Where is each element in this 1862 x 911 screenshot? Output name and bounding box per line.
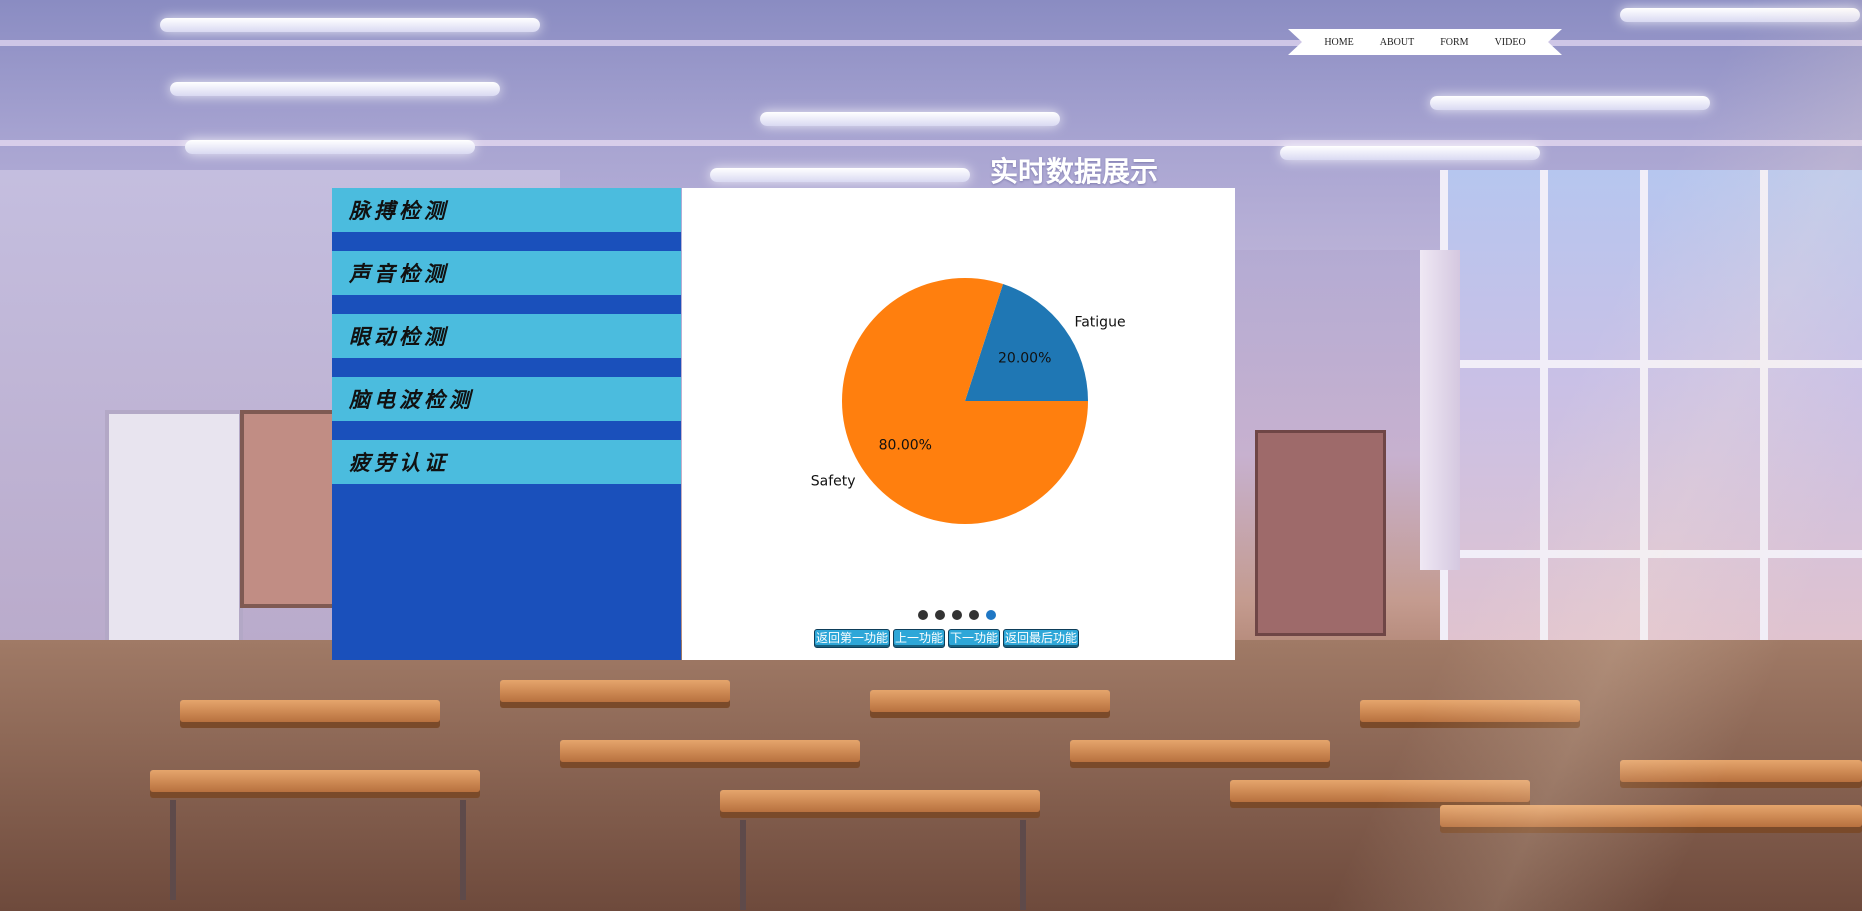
carousel-dot[interactable]	[918, 610, 928, 620]
sidebar-item-pulse[interactable]: 脉搏检测	[332, 188, 681, 232]
desk	[560, 740, 860, 762]
sidebar-item-eeg[interactable]: 脑电波检测	[332, 377, 681, 421]
pie-value-label: 20.00%	[998, 351, 1051, 367]
ceiling-lamp	[170, 82, 500, 96]
desk-leg	[740, 820, 746, 910]
carousel-dot[interactable]	[969, 610, 979, 620]
sidebar-item-label: 脑电波检测	[349, 387, 474, 412]
carousel-controls: 返回第一功能 上一功能 下一功能 返回最后功能	[814, 629, 1080, 648]
pie-value-label: 80.00%	[879, 437, 932, 453]
door	[105, 410, 243, 678]
page-title: 实时数据展示	[990, 155, 1159, 188]
ceiling-lamp	[185, 140, 475, 154]
sidebar-item-fatigue[interactable]: 疲劳认证	[332, 440, 681, 484]
sidebar-item-label: 脉搏检测	[349, 198, 449, 223]
nav-home[interactable]: HOME	[1311, 37, 1366, 48]
sidebar-item-label: 声音检测	[349, 261, 449, 286]
top-nav: HOME ABOUT FORM VIDEO	[1290, 29, 1560, 55]
nav-about[interactable]: ABOUT	[1367, 37, 1427, 48]
carousel-dot[interactable]	[935, 610, 945, 620]
carousel-dots	[918, 610, 996, 620]
desk-leg	[460, 800, 466, 900]
desk	[150, 770, 480, 792]
desk	[500, 680, 730, 702]
sidebar-item-label: 疲劳认证	[349, 450, 449, 475]
ceiling-lamp	[760, 112, 1060, 126]
first-function-button[interactable]: 返回第一功能	[814, 629, 891, 648]
desk	[180, 700, 440, 722]
sidebar: 脉搏检测 声音检测 眼动检测 脑电波检测 疲劳认证	[332, 188, 681, 660]
pie-category-label: Safety	[811, 474, 856, 490]
carousel-dot[interactable]	[986, 610, 996, 620]
desk-leg	[1020, 820, 1026, 910]
carousel-dot[interactable]	[952, 610, 962, 620]
desk	[870, 690, 1110, 712]
chart-panel: 20.00% Fatigue 80.00% Safety 返回第一功能 上一功能 下一…	[682, 188, 1235, 660]
pie-category-label: Fatigue	[1074, 314, 1125, 330]
nav-video[interactable]: VIDEO	[1482, 37, 1539, 48]
desk	[720, 790, 1040, 812]
next-function-button[interactable]: 下一功能	[948, 629, 1001, 648]
ceiling-lamp	[160, 18, 540, 32]
prev-function-button[interactable]: 上一功能	[893, 629, 946, 648]
desk	[1070, 740, 1330, 762]
desk-leg	[170, 800, 176, 900]
sidebar-item-eye[interactable]: 眼动检测	[332, 314, 681, 358]
sidebar-item-label: 眼动检测	[349, 324, 449, 349]
nav-form[interactable]: FORM	[1427, 37, 1481, 48]
last-function-button[interactable]: 返回最后功能	[1003, 629, 1080, 648]
sidebar-item-voice[interactable]: 声音检测	[332, 251, 681, 295]
ceiling-lamp	[710, 168, 970, 182]
sunlight	[1300, 0, 1862, 911]
pie-chart: 20.00% Fatigue 80.00% Safety	[811, 278, 1126, 524]
